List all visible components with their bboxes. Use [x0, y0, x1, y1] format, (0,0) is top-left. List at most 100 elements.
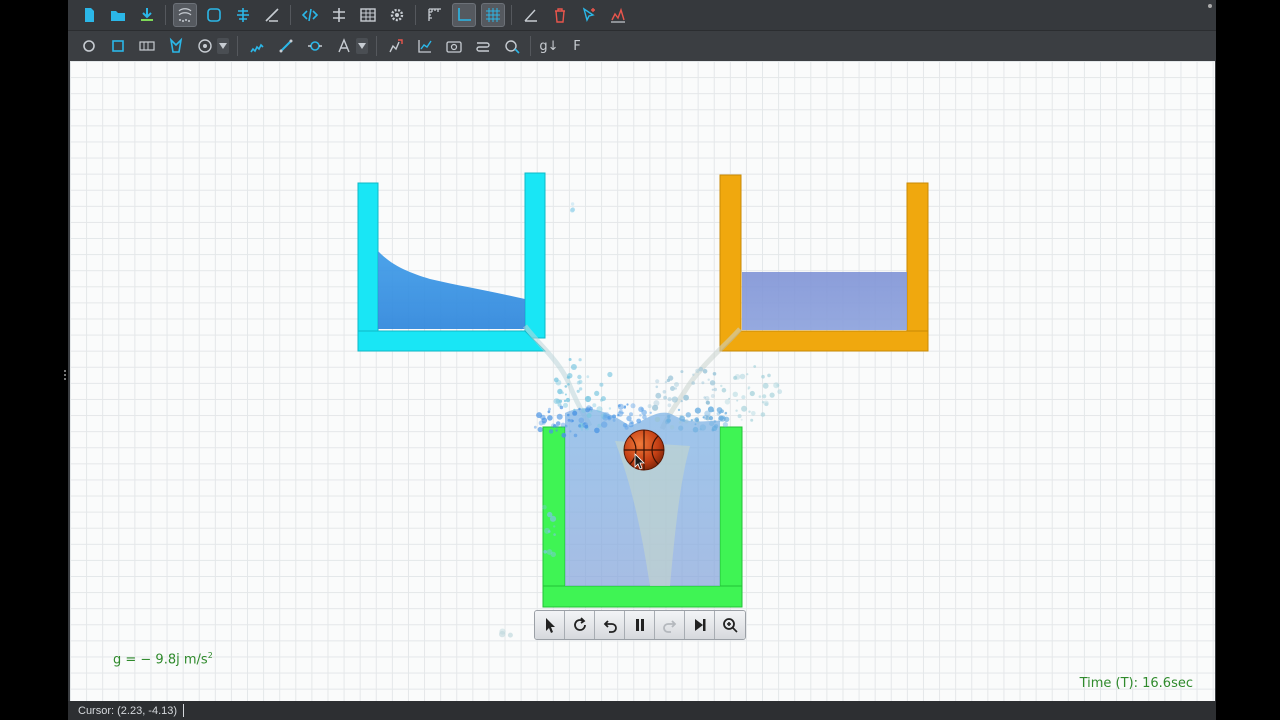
angle-icon: [523, 9, 537, 22]
ruler-button[interactable]: [423, 3, 447, 27]
reset-rotate-button[interactable]: [565, 611, 595, 639]
water-particle: [680, 400, 683, 403]
water-particle: [617, 403, 624, 410]
text-tool-button[interactable]: [332, 34, 356, 58]
water-particle: [541, 417, 548, 424]
tools-toolbar: g↓ F: [68, 31, 1216, 61]
path-tool-icon: [475, 42, 490, 52]
circle-tool-button[interactable]: [77, 34, 101, 58]
water-particle: [705, 400, 710, 405]
gravity-vector: j: [176, 652, 180, 668]
redo-button: [655, 611, 685, 639]
dropdown-arrow-icon[interactable]: [356, 38, 368, 54]
text-tool-icon: [337, 38, 350, 53]
water-particle: [626, 403, 629, 406]
water-particle: [594, 390, 600, 396]
water-particle: [665, 419, 670, 425]
water-particle: [737, 414, 742, 419]
open-folder-button[interactable]: [106, 3, 130, 27]
polygon-tool-button[interactable]: [106, 34, 130, 58]
undo-button[interactable]: [595, 611, 625, 639]
water-particle: [564, 424, 568, 428]
code-button[interactable]: [298, 3, 322, 27]
box-tool-button[interactable]: [135, 34, 159, 58]
step-forward-button[interactable]: [685, 611, 715, 639]
water-particle: [578, 424, 582, 428]
toolbar-separator: [511, 5, 512, 25]
simulator-window: g↓ F g = − 9.8j m/s2 Time (T): 16.6sec C…: [68, 0, 1216, 720]
basketball[interactable]: [623, 429, 665, 471]
panel-resize-grip[interactable]: [64, 368, 67, 382]
select-pointer-button[interactable]: [535, 611, 565, 639]
chart-tool-button[interactable]: [413, 34, 437, 58]
zoom-button[interactable]: [715, 611, 745, 639]
reset-rotate-icon: [573, 617, 586, 631]
save-download-button[interactable]: [135, 3, 159, 27]
angle-button[interactable]: [519, 3, 543, 27]
water-particle: [578, 358, 582, 362]
ruler-icon: [427, 8, 441, 21]
particles-tool-button[interactable]: [172, 3, 197, 27]
axes-button[interactable]: [451, 3, 476, 27]
tracer-tool-button[interactable]: [500, 34, 524, 58]
graph-plot-button[interactable]: [606, 3, 630, 27]
water-particle: [761, 374, 765, 379]
water-particle: [709, 421, 715, 427]
water-particle: [712, 372, 717, 376]
water-particle: [576, 389, 580, 393]
water-particle: [586, 375, 590, 379]
simulation-canvas[interactable]: g = − 9.8j m/s2 Time (T): 16.6sec: [70, 61, 1215, 701]
simulation-scene: [357, 172, 929, 638]
trash-button[interactable]: [548, 3, 572, 27]
water-particle: [600, 398, 603, 402]
rod-tool-icon: [279, 39, 292, 53]
shape-select-button[interactable]: [202, 3, 226, 27]
pointer-plus-button[interactable]: [577, 3, 601, 27]
water-particle: [636, 418, 642, 424]
water-particle: [567, 413, 570, 417]
water-particle: [622, 411, 625, 414]
pointer-plus-icon: [582, 7, 595, 22]
camera-tool-button[interactable]: [442, 34, 466, 58]
water-particle: [664, 381, 668, 384]
align-button[interactable]: [231, 3, 255, 27]
target-tool-button[interactable]: [193, 34, 217, 58]
water-particle: [722, 422, 729, 428]
water-particle: [553, 398, 560, 405]
water-particle: [565, 397, 571, 403]
measure-angle-button[interactable]: [260, 3, 284, 27]
water-particle: [701, 381, 705, 385]
water-particle: [724, 412, 727, 415]
force-tool-button[interactable]: [384, 34, 408, 58]
table-button[interactable]: [356, 3, 380, 27]
water-particle: [578, 407, 581, 411]
new-file-button[interactable]: [77, 3, 101, 27]
gravity-toggle-icon[interactable]: g↓: [537, 39, 561, 54]
water-particle: [560, 422, 566, 428]
water-particle: [763, 400, 769, 406]
left-container[interactable]: [357, 172, 547, 352]
hinge-tool-button[interactable]: [303, 34, 327, 58]
water-particle: [652, 404, 659, 411]
toolbar-separator: [290, 5, 291, 25]
settings-gear-button[interactable]: [385, 3, 409, 27]
path-tool-button[interactable]: [471, 34, 495, 58]
cursor-coordinates: Cursor: (2.23, -4.13): [78, 704, 178, 717]
camera-tool-icon: [445, 41, 462, 53]
force-field-icon[interactable]: F: [565, 39, 589, 54]
rod-tool-button[interactable]: [274, 34, 298, 58]
water-particle: [567, 418, 571, 422]
water-particle: [553, 533, 556, 536]
main-toolbar: [68, 0, 1216, 31]
hinge-tool-icon: [307, 41, 322, 51]
pause-button[interactable]: [625, 611, 655, 639]
distribute-button[interactable]: [327, 3, 351, 27]
water-particle: [710, 394, 715, 398]
grid-button[interactable]: [480, 3, 505, 27]
dropdown-arrow-icon[interactable]: [217, 38, 229, 54]
water-particle: [584, 424, 589, 429]
spring-tool-button[interactable]: [245, 34, 269, 58]
right-container[interactable]: [719, 174, 929, 352]
custom-shape-button[interactable]: [164, 34, 188, 58]
graph-plot-icon: [610, 7, 625, 23]
